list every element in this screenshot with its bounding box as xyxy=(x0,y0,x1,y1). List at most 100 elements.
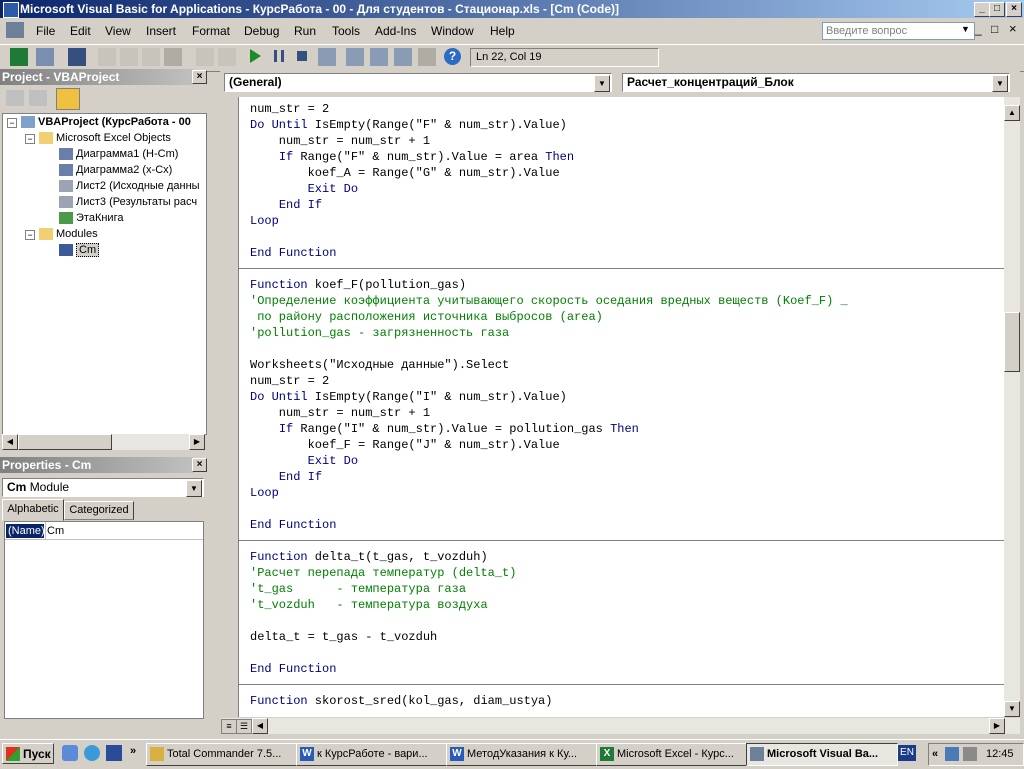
scroll-up-icon[interactable]: ▲ xyxy=(1004,105,1020,121)
code-line[interactable]: num_str = num_str + 1 xyxy=(250,405,430,421)
task-word-2[interactable]: W МетодУказания к Ку... xyxy=(446,743,598,766)
tree-node-excel-objects[interactable]: Microsoft Excel Objects xyxy=(39,131,171,145)
toolbox-icon[interactable] xyxy=(418,48,436,66)
code-line[interactable]: If Range("I" & num_str).Value = pollutio… xyxy=(250,421,639,437)
code-line[interactable]: num_str = num_str + 1 xyxy=(250,133,430,149)
code-line[interactable]: Worksheets("Исходные данные").Select xyxy=(250,357,509,373)
tab-alphabetic[interactable]: Alphabetic xyxy=(2,499,64,521)
code-line[interactable]: num_str = 2 xyxy=(250,101,329,117)
menu-tools[interactable]: Tools xyxy=(332,24,360,38)
property-value-cell[interactable]: Cm xyxy=(47,524,64,538)
object-combo[interactable]: (General) ▼ xyxy=(224,73,612,92)
code-comment-line[interactable]: 'Определение коэффициента учитывающего с… xyxy=(250,293,848,309)
code-window-icon[interactable] xyxy=(6,22,24,38)
collapse-icon[interactable]: − xyxy=(7,118,17,128)
code-comment-line[interactable]: 'pollution_gas - загрязненность газа xyxy=(250,325,509,341)
view-excel-icon[interactable] xyxy=(10,48,28,66)
code-line[interactable]: Function delta_t(t_gas, t_vozduh) xyxy=(250,549,488,565)
tab-categorized[interactable]: Categorized xyxy=(64,501,134,520)
break-icon[interactable] xyxy=(274,50,284,62)
collapse-icon[interactable]: − xyxy=(25,134,35,144)
menu-view[interactable]: View xyxy=(105,24,131,38)
tree-node-workbook[interactable]: ЭтаКнига xyxy=(59,211,123,225)
design-mode-icon[interactable] xyxy=(318,48,336,66)
code-comment-line[interactable]: 'Расчет перепада температур (delta_t) xyxy=(250,565,516,581)
minimize-button[interactable]: _ xyxy=(974,2,990,17)
scroll-left-icon[interactable]: ◀ xyxy=(2,434,18,450)
code-line[interactable]: End Function xyxy=(250,517,336,533)
reset-icon[interactable] xyxy=(297,51,307,61)
scroll-left-icon[interactable]: ◀ xyxy=(252,718,268,734)
maximize-button[interactable]: □ xyxy=(989,2,1005,17)
volume-icon[interactable] xyxy=(963,747,977,761)
object-selector[interactable]: Cm Module ▼ xyxy=(2,478,204,497)
tree-node-root[interactable]: VBAProject (КурсРабота - 00 xyxy=(21,115,191,129)
procedure-view-icon[interactable]: ≡ xyxy=(221,719,237,734)
menu-debug[interactable]: Debug xyxy=(244,24,279,38)
code-line[interactable]: Loop xyxy=(250,213,279,229)
code-line[interactable]: Loop xyxy=(250,485,279,501)
ask-dropdown-icon[interactable]: ▼ xyxy=(961,24,970,34)
code-vscrollbar[interactable]: ▲ ▼ xyxy=(1004,97,1020,717)
ask-question-input[interactable]: Введите вопрос xyxy=(822,22,975,40)
quicklaunch-chevron-icon[interactable]: » xyxy=(130,745,136,757)
code-comment-line[interactable]: по району расположения источника выбросо… xyxy=(250,309,603,325)
properties-window-icon[interactable] xyxy=(370,48,388,66)
child-minimize-icon[interactable]: _ xyxy=(975,22,982,36)
redo-icon[interactable] xyxy=(218,48,236,66)
copy-icon[interactable] xyxy=(120,48,138,66)
start-button[interactable]: Пуск xyxy=(2,743,54,764)
code-line[interactable]: End Function xyxy=(250,245,336,261)
task-excel[interactable]: X Microsoft Excel - Курс... xyxy=(596,743,748,766)
menu-help[interactable]: Help xyxy=(490,24,515,38)
code-line[interactable]: End Function xyxy=(250,661,336,677)
tray-chevron-icon[interactable]: « xyxy=(932,744,938,765)
undo-icon[interactable] xyxy=(196,48,214,66)
scroll-right-icon[interactable]: ▶ xyxy=(189,434,205,450)
project-close-icon[interactable]: × xyxy=(192,70,207,84)
code-line[interactable]: End If xyxy=(250,469,322,485)
language-indicator[interactable]: EN xyxy=(898,745,916,761)
code-line[interactable]: num_str = 2 xyxy=(250,373,329,389)
code-comment-line[interactable]: 't_vozduh - температура воздуха xyxy=(250,597,488,613)
full-module-view-icon[interactable]: ☰ xyxy=(236,719,252,734)
margin-indicator-bar[interactable] xyxy=(221,97,238,717)
code-line[interactable]: Exit Do xyxy=(250,453,358,469)
chevron-down-icon[interactable]: ▼ xyxy=(186,480,202,497)
toggle-folders-icon[interactable] xyxy=(56,88,80,110)
chevron-down-icon[interactable]: ▼ xyxy=(594,75,610,92)
save-quicklaunch-icon[interactable] xyxy=(106,745,122,761)
tree-node-sheet3[interactable]: Лист3 (Результаты расч xyxy=(59,195,197,209)
task-vba[interactable]: Microsoft Visual Ba... xyxy=(746,743,898,766)
tree-node-chart1[interactable]: Диаграмма1 (H-Cm) xyxy=(59,147,178,161)
tree-node-chart2[interactable]: Диаграмма2 (x-Cx) xyxy=(59,163,172,177)
task-word-1[interactable]: Wк КурсРаботе - вари... xyxy=(296,743,448,766)
find-icon[interactable] xyxy=(164,48,182,66)
collapse-icon[interactable]: − xyxy=(25,230,35,240)
code-line[interactable]: End If xyxy=(250,197,322,213)
network-icon[interactable] xyxy=(945,747,959,761)
tree-node-modules[interactable]: Modules xyxy=(39,227,98,241)
scroll-thumb[interactable] xyxy=(18,434,112,450)
save-icon[interactable] xyxy=(68,48,86,66)
close-button[interactable]: × xyxy=(1006,2,1022,17)
view-code-icon[interactable] xyxy=(6,90,24,106)
tree-node-sheet2[interactable]: Лист2 (Исходные данны xyxy=(59,179,200,193)
menu-run[interactable]: Run xyxy=(294,24,316,38)
cut-icon[interactable] xyxy=(98,48,116,66)
code-line[interactable]: Exit Do xyxy=(250,181,358,197)
child-close-icon[interactable]: × xyxy=(1009,21,1017,36)
menu-edit[interactable]: Edit xyxy=(70,24,91,38)
child-restore-icon[interactable]: □ xyxy=(991,22,998,36)
properties-close-icon[interactable]: × xyxy=(192,458,207,472)
scroll-down-icon[interactable]: ▼ xyxy=(1004,701,1020,717)
code-line[interactable]: If Range("F" & num_str).Value = area The… xyxy=(250,149,574,165)
help-icon[interactable]: ? xyxy=(444,48,461,65)
run-icon[interactable] xyxy=(250,49,261,63)
code-line[interactable]: delta_t = t_gas - t_vozduh xyxy=(250,629,437,645)
menu-addins[interactable]: Add-Ins xyxy=(375,24,416,38)
code-line[interactable]: Do Until IsEmpty(Range("I" & num_str).Va… xyxy=(250,389,567,405)
code-line[interactable]: koef_A = Range("G" & num_str).Value xyxy=(250,165,560,181)
tree-node-module-cm[interactable]: Cm xyxy=(59,243,100,257)
object-browser-icon[interactable] xyxy=(394,48,412,66)
